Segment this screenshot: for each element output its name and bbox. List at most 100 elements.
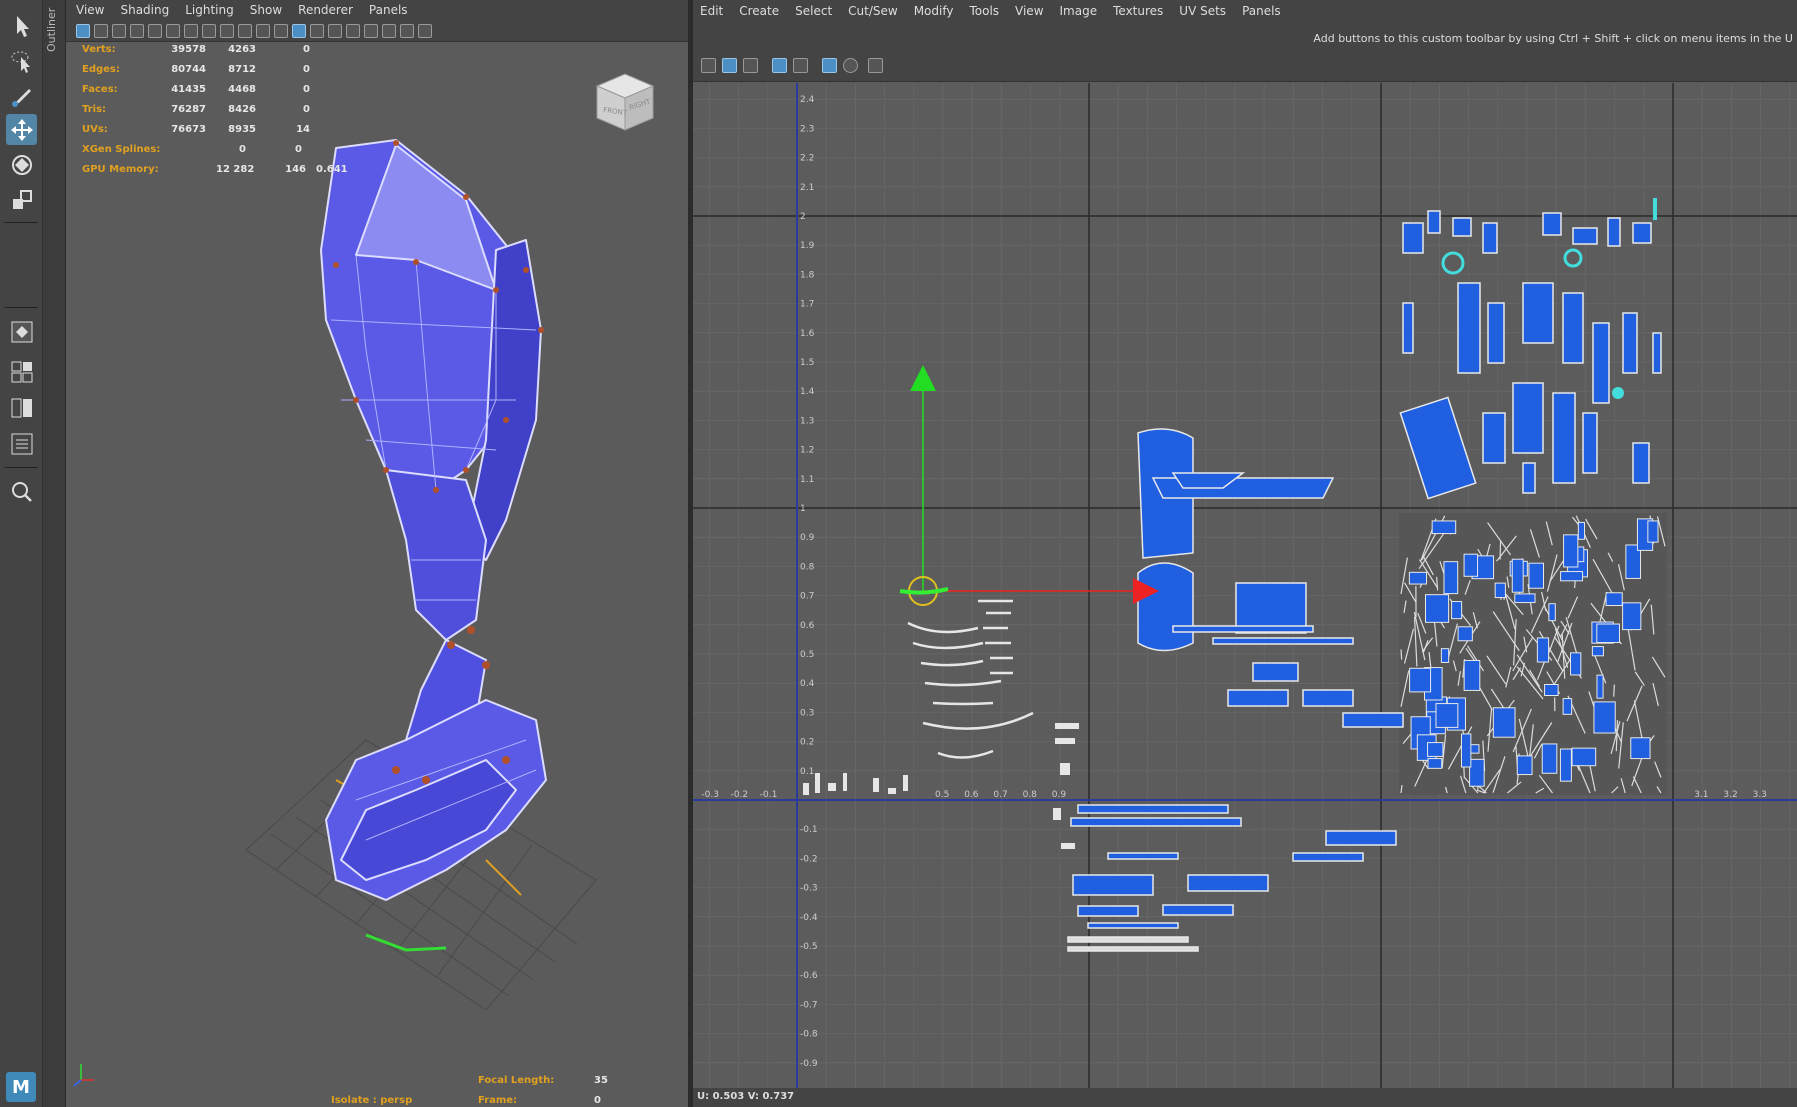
v-tick-label: 0.1	[800, 767, 814, 777]
uv-shell	[1511, 558, 1524, 593]
v-tick-label: -0.9	[800, 1059, 818, 1069]
v-tick-label: 0.9	[800, 533, 815, 543]
uv-menu-view[interactable]: View	[1015, 4, 1043, 18]
isolate-select-icon[interactable]	[400, 23, 414, 38]
single-perspective-layout-icon[interactable]	[6, 316, 37, 347]
hud-total: 80744	[171, 64, 206, 75]
uv-menu-bar: Edit Create Select Cut/Sew Modify Tools …	[693, 0, 1797, 22]
uv-menu-textures[interactable]: Textures	[1113, 4, 1163, 18]
frame-value: 0	[594, 1095, 601, 1106]
uv-shell-stroke	[1613, 684, 1615, 697]
vp-menu-renderer[interactable]: Renderer	[298, 3, 353, 17]
wireframe-icon[interactable]	[274, 23, 288, 38]
field-chart-icon[interactable]	[220, 23, 234, 38]
uv-shell	[1431, 520, 1457, 535]
scale-tool-icon[interactable]	[6, 184, 37, 215]
hud-total: 0	[239, 144, 246, 155]
v-tick-label: 1.1	[800, 475, 814, 485]
grid-icon[interactable]	[148, 23, 162, 38]
outliner-tab[interactable]: Outliner	[43, 0, 66, 1107]
image-plane-icon[interactable]	[130, 23, 144, 38]
viewport-menu-bar: View Shading Lighting Show Renderer Pane…	[66, 0, 688, 20]
v-tick-label: 1.2	[800, 446, 814, 456]
uv-shell	[1647, 520, 1659, 543]
lasso-tool-icon[interactable]	[6, 45, 37, 76]
uv-menu-create[interactable]: Create	[739, 4, 779, 18]
paint-select-tool-icon[interactable]	[6, 80, 37, 111]
uv-shell	[1463, 659, 1481, 691]
uv-menu-panels[interactable]: Panels	[1242, 4, 1281, 18]
safe-action-icon[interactable]	[238, 23, 252, 38]
textured-icon[interactable]	[328, 23, 342, 38]
u-tick-label: 0.7	[993, 790, 1007, 800]
uv-menu-uv-sets[interactable]: UV Sets	[1179, 4, 1226, 18]
uv-shell	[1570, 652, 1582, 676]
uv-menu-edit[interactable]: Edit	[700, 4, 723, 18]
view-cube[interactable]: FRONT RIGHT	[592, 68, 658, 134]
vp-menu-view[interactable]: View	[76, 3, 104, 17]
resolution-gate-icon[interactable]	[184, 23, 198, 38]
v-tick-label: -0.2	[800, 854, 818, 864]
uv-pixel-snap-icon[interactable]	[822, 58, 837, 73]
focal-length-value: 35	[594, 1075, 608, 1086]
leg-mesh	[320, 139, 547, 901]
uv-menu-modify[interactable]: Modify	[914, 4, 954, 18]
vp-menu-panels[interactable]: Panels	[369, 3, 408, 17]
move-tool-icon[interactable]	[6, 114, 37, 145]
uv-shell	[1541, 743, 1558, 774]
v-tick-label: -0.7	[800, 1000, 818, 1010]
outliner-label: Outliner	[45, 7, 58, 52]
hud-selected: 8935	[228, 124, 256, 135]
camera-attributes-icon[interactable]	[94, 23, 108, 38]
uv-isolate-icon[interactable]	[843, 58, 858, 73]
uv-shell	[1591, 646, 1604, 657]
u-tick-label: 3.1	[1694, 790, 1708, 800]
search-icon[interactable]	[6, 476, 37, 507]
shadows-icon[interactable]	[364, 23, 378, 38]
ambient-occlusion-icon[interactable]	[382, 23, 396, 38]
hud-selected: 8712	[228, 64, 256, 75]
uv-shaded-icon[interactable]	[772, 58, 787, 73]
uv-shell	[1460, 733, 1472, 768]
uv-shell	[1562, 698, 1573, 715]
uv-menu-tools[interactable]: Tools	[969, 4, 999, 18]
vp-menu-shading[interactable]: Shading	[120, 3, 169, 17]
lights-icon[interactable]	[346, 23, 360, 38]
camera-snapshot-icon[interactable]	[868, 58, 883, 73]
uv-menu-cut-sew[interactable]: Cut/Sew	[848, 4, 898, 18]
film-gate-icon[interactable]	[166, 23, 180, 38]
uv-shell	[1514, 593, 1536, 604]
maya-window: M Outliner View Shading Lighting Show Re…	[0, 0, 1797, 1107]
uv-menu-image[interactable]: Image	[1060, 4, 1098, 18]
perspective-viewport[interactable]: View Shading Lighting Show Renderer Pane…	[66, 0, 688, 1107]
uv-image-icon[interactable]	[743, 58, 758, 73]
uv-shell	[1408, 571, 1428, 585]
smooth-shade-icon[interactable]	[292, 23, 306, 38]
vp-menu-lighting[interactable]: Lighting	[185, 3, 234, 17]
wireframe-on-shaded-icon[interactable]	[310, 23, 324, 38]
gate-mask-icon[interactable]	[202, 23, 216, 38]
select-camera-icon[interactable]	[76, 23, 90, 38]
hud-label: GPU Memory:	[82, 164, 159, 175]
uv-canvas[interactable]: 2.4 2.3 2.2 2.1 2 1.9 1.8 1.7 1.6 1.5 1.4 1.3 1.2 1.1…	[693, 83, 1797, 1088]
hud-extra: 0	[303, 64, 310, 75]
rotate-tool-icon[interactable]	[6, 149, 37, 180]
maya-logo: M	[6, 1072, 36, 1102]
uv-menu-select[interactable]: Select	[795, 4, 832, 18]
safe-title-icon[interactable]	[256, 23, 270, 38]
four-view-layout-icon[interactable]	[6, 356, 37, 387]
uv-shell	[1409, 667, 1432, 693]
uv-grid-toggle-icon[interactable]	[701, 58, 716, 73]
xray-icon[interactable]	[418, 23, 432, 38]
select-tool-icon[interactable]	[6, 10, 37, 41]
bookmark-icon[interactable]	[112, 23, 126, 38]
uv-shell	[1492, 707, 1516, 738]
two-view-layout-icon[interactable]	[6, 392, 37, 423]
uv-coordinate-readout: U: 0.503 V: 0.737	[693, 1088, 1797, 1107]
uv-distortion-icon[interactable]	[793, 58, 808, 73]
uv-shell	[1536, 637, 1550, 663]
hud-extra: 0.641	[316, 164, 348, 175]
vp-menu-show[interactable]: Show	[250, 3, 282, 17]
uv-checker-icon[interactable]	[722, 58, 737, 73]
outliner-layout-icon[interactable]	[6, 428, 37, 459]
